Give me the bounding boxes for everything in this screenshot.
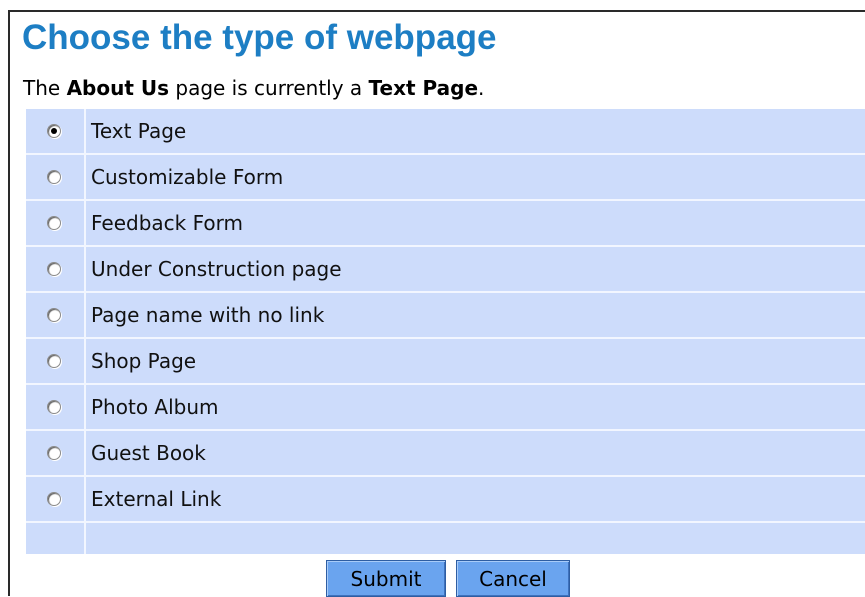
empty-label-cell — [86, 523, 865, 554]
option-row-guest-book[interactable]: Guest Book — [26, 431, 865, 477]
option-label: Feedback Form — [91, 211, 243, 235]
option-label: Under Construction page — [91, 257, 342, 281]
status-prefix: The — [23, 76, 67, 100]
radio-button[interactable] — [47, 400, 61, 414]
option-label: Text Page — [91, 119, 187, 143]
radio-cell — [26, 385, 86, 429]
option-label: Page name with no link — [91, 303, 325, 327]
radio-cell — [26, 477, 86, 521]
dialog-frame: Choose the type of webpage The About Us … — [8, 10, 865, 597]
form-buttons: Submit Cancel — [326, 560, 570, 597]
radio-cell — [26, 339, 86, 383]
submit-button[interactable]: Submit — [326, 560, 446, 597]
empty-row — [26, 523, 865, 554]
radio-cell — [26, 201, 86, 245]
radio-cell — [26, 431, 86, 475]
radio-cell — [26, 109, 86, 153]
option-label: Customizable Form — [91, 165, 284, 189]
option-row-shop-page[interactable]: Shop Page — [26, 339, 865, 385]
option-row-external-link[interactable]: External Link — [26, 477, 865, 523]
radio-button[interactable] — [47, 216, 61, 230]
option-label: Photo Album — [91, 395, 219, 419]
radio-button[interactable] — [47, 308, 61, 322]
status-page-name: About Us — [66, 76, 170, 100]
radio-dot-icon — [51, 128, 57, 134]
option-label: Guest Book — [91, 441, 206, 465]
radio-button[interactable] — [47, 262, 61, 276]
page-title: Choose the type of webpage — [22, 18, 497, 57]
option-row-under-construction[interactable]: Under Construction page — [26, 247, 865, 293]
option-row-page-name-no-link[interactable]: Page name with no link — [26, 293, 865, 339]
radio-cell — [26, 523, 86, 554]
radio-button[interactable] — [47, 124, 61, 138]
radio-cell — [26, 155, 86, 199]
cancel-button[interactable]: Cancel — [456, 560, 570, 597]
page-type-options: Text Page Customizable Form Feedback For… — [26, 109, 865, 554]
radio-cell — [26, 247, 86, 291]
option-row-photo-album[interactable]: Photo Album — [26, 385, 865, 431]
option-row-customizable-form[interactable]: Customizable Form — [26, 155, 865, 201]
current-type-status: The About Us page is currently a Text Pa… — [23, 74, 484, 102]
radio-button[interactable] — [47, 492, 61, 506]
radio-button[interactable] — [47, 170, 61, 184]
option-row-feedback-form[interactable]: Feedback Form — [26, 201, 865, 247]
option-label: Shop Page — [91, 349, 197, 373]
option-row-text-page[interactable]: Text Page — [26, 109, 865, 155]
radio-button[interactable] — [47, 354, 61, 368]
radio-cell — [26, 293, 86, 337]
status-page-type: Text Page — [368, 76, 479, 100]
radio-button[interactable] — [47, 446, 61, 460]
status-suffix: . — [478, 76, 485, 100]
option-label: External Link — [91, 487, 222, 511]
status-middle: page is currently a — [169, 76, 369, 100]
